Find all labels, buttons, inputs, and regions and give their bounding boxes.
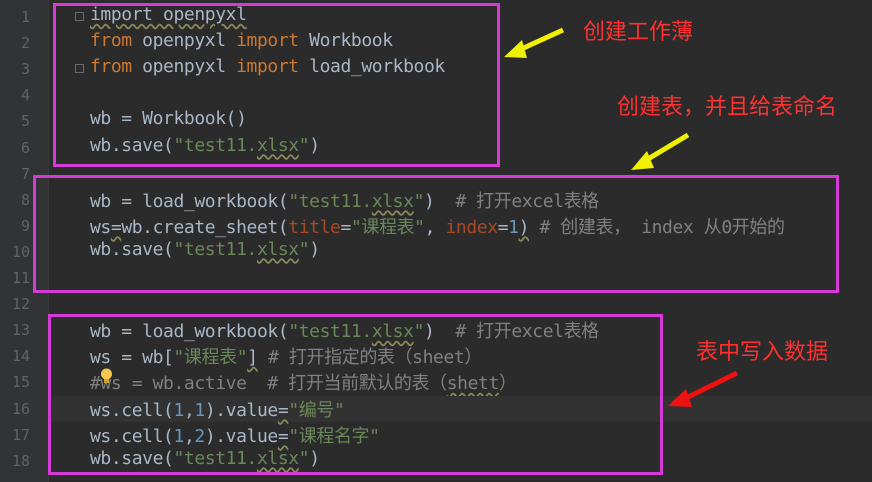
arrow-icon [631, 132, 690, 170]
annotation-arrows [504, 27, 739, 407]
arrow-icon [668, 370, 739, 407]
arrow-icon [504, 27, 565, 58]
